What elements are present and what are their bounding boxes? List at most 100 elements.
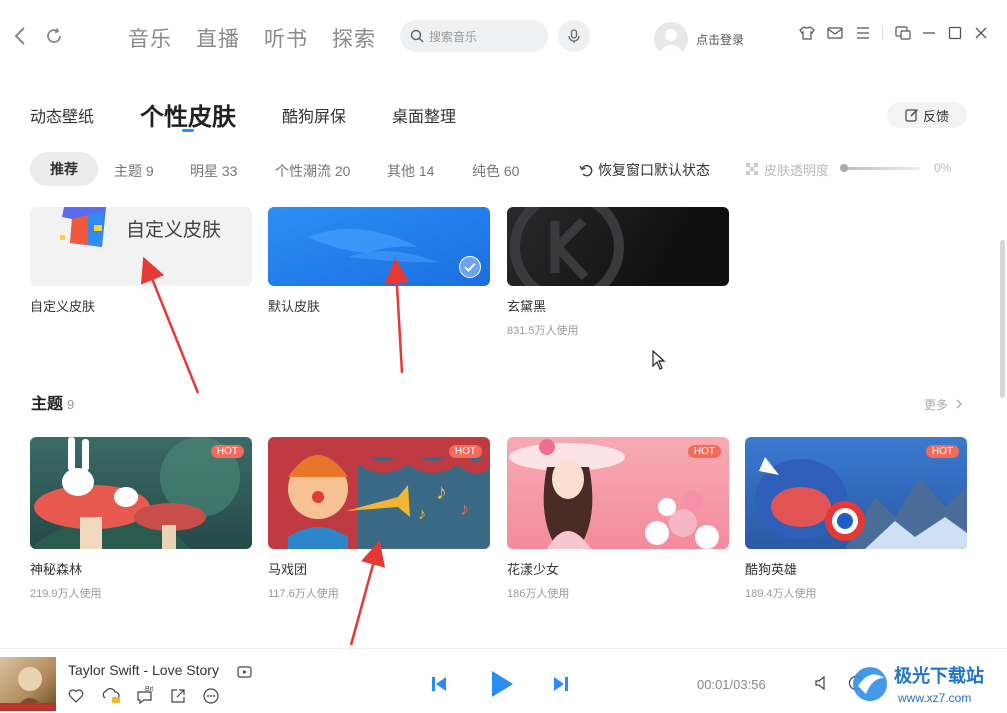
tab-explore[interactable]: 探索: [332, 23, 376, 53]
theme-name: 马戏团: [268, 562, 308, 577]
skin-thumb-black: [507, 207, 729, 286]
tab-desktop-organize[interactable]: 桌面整理: [392, 103, 456, 127]
svg-text:♪: ♪: [460, 499, 469, 519]
song-title[interactable]: Taylor Swift - Love Story: [68, 662, 219, 678]
filter-recommended[interactable]: 推荐: [30, 152, 98, 186]
hot-badge: HOT: [448, 445, 482, 458]
skin-thumb-custom: 自定义皮肤: [30, 207, 252, 286]
filter-solid-color[interactable]: 纯色 60: [472, 161, 519, 181]
k-logo-graphic: [510, 207, 624, 286]
more-link[interactable]: 更多: [924, 396, 963, 413]
tab-screensaver[interactable]: 酷狗屏保: [282, 103, 346, 127]
search-icon: [410, 29, 424, 43]
close-icon[interactable]: [972, 24, 990, 42]
volume-icon[interactable]: [812, 673, 832, 693]
like-icon[interactable]: [67, 687, 85, 705]
back-icon[interactable]: [8, 24, 32, 48]
section-title-text: 主题: [31, 396, 64, 413]
svg-text:♪: ♪: [418, 506, 426, 523]
mail-icon[interactable]: [826, 24, 844, 42]
tab-dynamic-wallpaper[interactable]: 动态壁纸: [30, 103, 94, 127]
previous-track-icon[interactable]: [429, 674, 449, 694]
theme-usage: 117.6万人使用: [268, 588, 339, 600]
play-button[interactable]: [488, 669, 516, 699]
section-title-theme: 主题 9: [31, 390, 74, 414]
theme-card-circus[interactable]: ♪ ♪ ♪ HOT 马戏团 117.6万人使用: [268, 437, 490, 601]
hot-badge: HOT: [925, 445, 959, 458]
watermark-logo: 极光下载站 www.xz7.com: [853, 665, 984, 705]
more-options-icon[interactable]: [202, 687, 220, 705]
download-icon[interactable]: [101, 687, 121, 705]
whale-graphic: [308, 229, 438, 263]
section-count: 9: [67, 397, 75, 412]
tab-music[interactable]: 音乐: [128, 23, 172, 53]
active-tab-indicator: [182, 129, 194, 132]
theme-usage: 186万人使用: [507, 588, 570, 600]
filter-trend[interactable]: 个性潮流 20: [275, 161, 350, 181]
theme-thumb-forest: HOT: [30, 437, 252, 549]
theme-name: 花漾少女: [507, 562, 560, 577]
skin-name: 自定义皮肤: [30, 299, 96, 314]
edit-icon: [905, 109, 918, 122]
watermark-url: www.xz7.com: [897, 691, 971, 705]
svg-text:♪: ♪: [436, 479, 447, 504]
theme-usage: 189.4万人使用: [745, 588, 817, 600]
theme-card-girl[interactable]: HOT 花漾少女 186万人使用: [507, 437, 729, 601]
feedback-label: 反馈: [922, 108, 949, 124]
theme-thumb-circus: ♪ ♪ ♪ HOT: [268, 437, 490, 549]
next-track-icon[interactable]: [551, 674, 571, 694]
search-input[interactable]: 搜索音乐: [400, 20, 548, 52]
undo-icon: [579, 164, 593, 176]
theme-thumb-girl: HOT: [507, 437, 729, 549]
hot-badge: HOT: [210, 445, 244, 458]
filter-theme[interactable]: 主题 9: [114, 161, 154, 181]
album-cover[interactable]: [0, 657, 56, 711]
playback-time: 00:01/03:56: [697, 677, 766, 692]
skin-card-default[interactable]: 默认皮肤: [268, 207, 490, 315]
divider: [882, 26, 883, 40]
maximize-icon[interactable]: [946, 24, 964, 42]
share-icon[interactable]: [169, 687, 187, 705]
opacity-value: 0%: [934, 161, 952, 175]
scrollbar[interactable]: [1000, 240, 1005, 398]
opacity-slider-thumb[interactable]: [840, 164, 848, 172]
opacity-label-text: 皮肤透明度: [764, 163, 830, 178]
skin-usage: 831.5万人使用: [507, 325, 579, 337]
title-bar: 音乐 直播 听书 探索 搜索音乐 点击登录: [0, 0, 1007, 70]
refresh-icon[interactable]: [42, 24, 66, 48]
hot-badge: HOT: [687, 445, 721, 458]
theme-card-forest[interactable]: HOT 神秘森林 219.9万人使用: [30, 437, 252, 601]
opacity-slider[interactable]: [842, 167, 920, 170]
skin-thumb-default: [268, 207, 490, 286]
skin-grid: 自定义皮肤 自定义皮肤 默认皮肤 玄黛黑 831.5万人使用 主题 9 更多 H…: [0, 207, 1000, 647]
skin-name: 玄黛黑: [507, 299, 547, 314]
skin-shirt-icon[interactable]: [798, 24, 816, 42]
theme-name: 神秘森林: [30, 562, 83, 577]
mouse-cursor-icon: [652, 350, 666, 370]
login-link[interactable]: 点击登录: [696, 31, 744, 48]
restore-default-button[interactable]: 恢复窗口默认状态: [579, 160, 710, 180]
search-placeholder: 搜索音乐: [429, 29, 478, 44]
custom-skin-thumb-text: 自定义皮肤: [126, 220, 222, 241]
tab-audiobook[interactable]: 听书: [264, 23, 308, 53]
theme-thumb-hero: HOT: [745, 437, 967, 549]
skin-card-custom[interactable]: 自定义皮肤 自定义皮肤: [30, 207, 252, 315]
filter-other[interactable]: 其他 14: [387, 161, 434, 181]
skin-card-black[interactable]: 玄黛黑 831.5万人使用: [507, 207, 729, 338]
minimize-icon[interactable]: [920, 24, 938, 42]
theme-usage: 219.9万人使用: [30, 588, 102, 600]
mini-mode-icon[interactable]: [894, 24, 912, 42]
comment-count: Bit: [145, 686, 153, 693]
theme-card-hero[interactable]: HOT 酷狗英雄 189.4万人使用: [745, 437, 967, 601]
tab-live[interactable]: 直播: [196, 23, 240, 53]
feedback-button[interactable]: 反馈: [887, 102, 967, 128]
mv-icon[interactable]: [236, 663, 252, 679]
tab-personal-skin[interactable]: 个性皮肤: [140, 97, 236, 132]
menu-icon[interactable]: [854, 24, 872, 42]
comment-icon[interactable]: Bit: [135, 685, 157, 705]
filter-star[interactable]: 明星 33: [190, 161, 237, 181]
avatar[interactable]: [654, 22, 688, 56]
voice-search-icon[interactable]: [558, 20, 590, 52]
skin-name: 默认皮肤: [268, 299, 321, 314]
chevron-right-icon: [956, 399, 963, 409]
